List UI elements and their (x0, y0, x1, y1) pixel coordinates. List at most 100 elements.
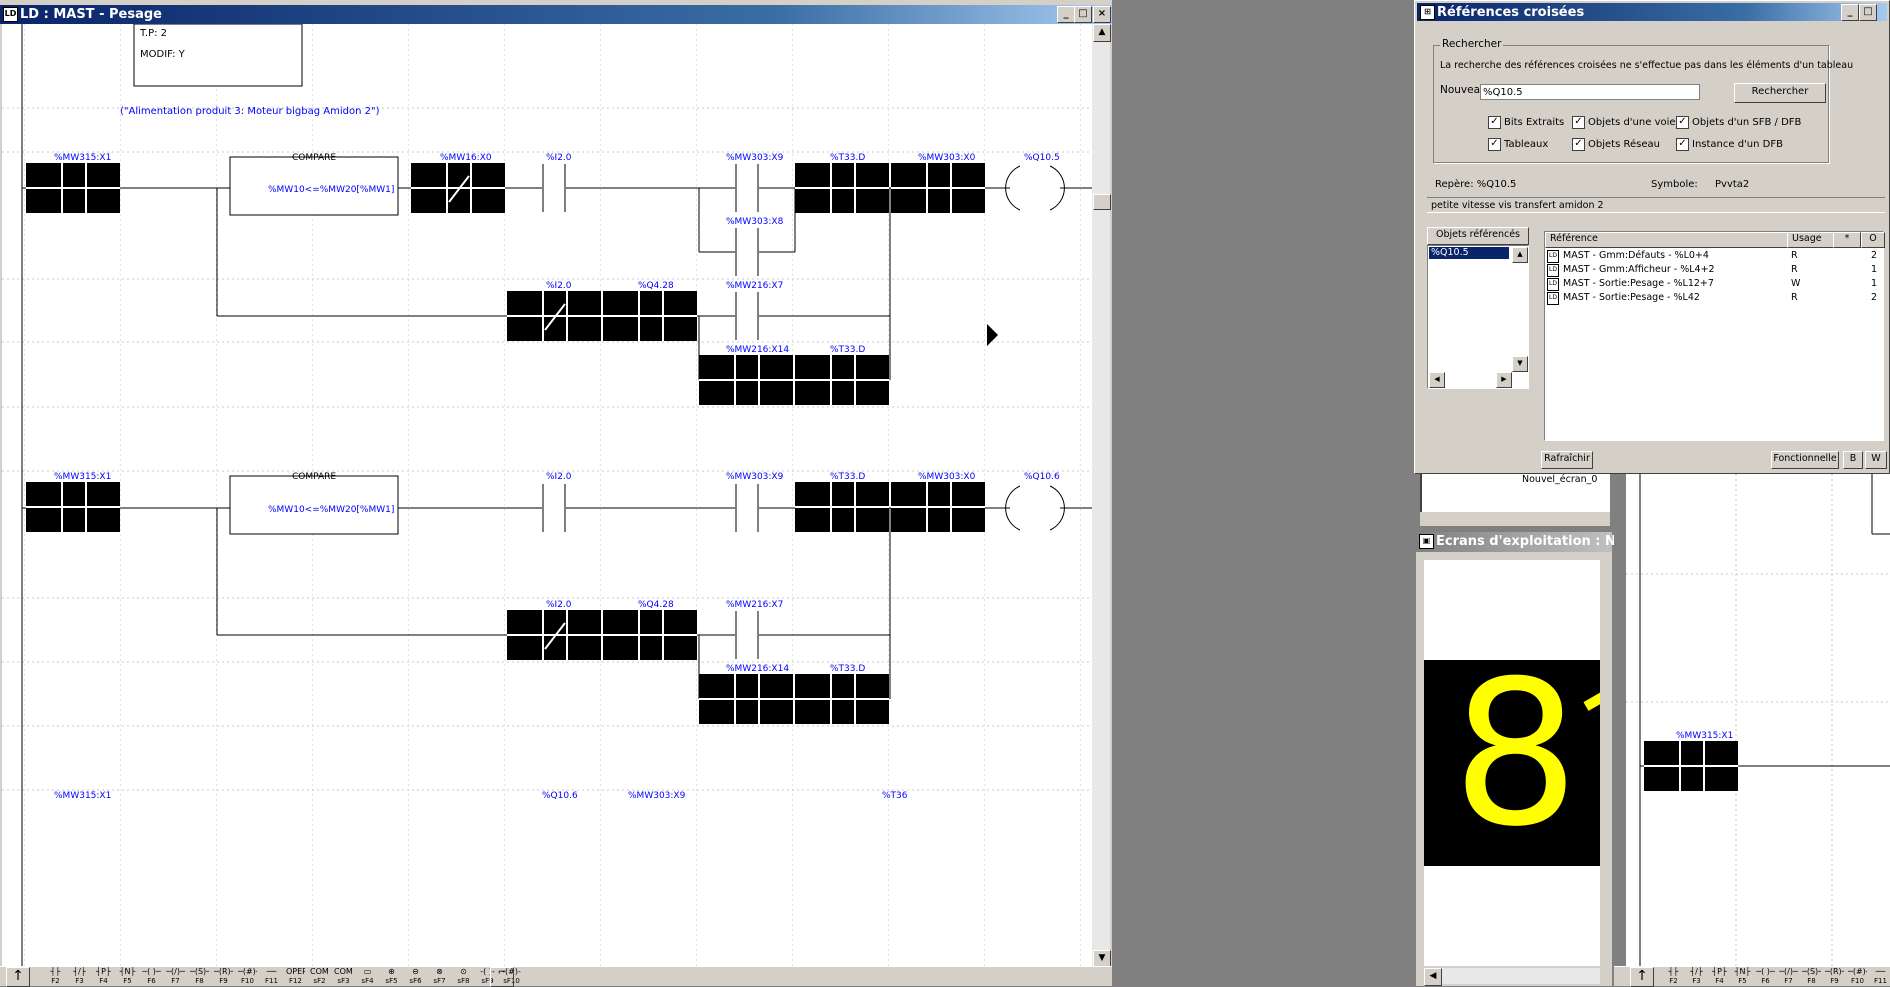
reference-row[interactable]: LD MAST - Sortie:Pesage - %L42 R 2 (1545, 291, 1883, 305)
xref-minimize-button[interactable]: _ (1841, 4, 1859, 21)
end-line-tool[interactable]: ⌐ (490, 967, 514, 987)
ld-tool-15[interactable]: ⊕ sF5 (382, 967, 401, 987)
contact-t33-d[interactable] (795, 163, 889, 213)
checkbox-tableaux[interactable]: ✓ (1488, 138, 1501, 151)
contact-q4-28[interactable] (603, 291, 697, 341)
search-input[interactable] (1480, 84, 1700, 100)
contact-mw315[interactable] (26, 163, 120, 213)
contact-i2-0[interactable] (542, 164, 566, 212)
ld-tool-3[interactable]: ┤P├ F4 (1710, 967, 1729, 987)
col-usage[interactable]: Usage (1787, 232, 1837, 248)
b-button[interactable]: B (1843, 451, 1863, 469)
contact-mw216-x14-r2[interactable] (699, 674, 793, 724)
ld-tool-6[interactable]: ─(/)─ F7 (166, 967, 185, 987)
object-item-selected[interactable]: %Q10.5 (1429, 247, 1509, 259)
right-contact[interactable] (1644, 741, 1738, 791)
ld-tool-14[interactable]: ▭ sF4 (358, 967, 377, 987)
contact-mw303-x9-r2[interactable] (735, 484, 759, 532)
ld-tool-11[interactable]: OPER F12 (286, 967, 305, 987)
ld-tool-4[interactable]: ┤N├ F5 (1733, 967, 1752, 987)
contact-t33-d-2[interactable] (795, 355, 889, 405)
ld-tool-1[interactable]: ┤├ F2 (46, 967, 65, 987)
checkbox-objets-reseau[interactable]: ✓ (1572, 138, 1585, 151)
ld-tool-5[interactable]: ─( )─ F6 (1756, 967, 1775, 987)
contact-mw303-x9[interactable] (735, 164, 759, 212)
contact-mw216-x7[interactable] (735, 292, 759, 340)
ld-tool-16[interactable]: ⊖ sF6 (406, 967, 425, 987)
contact-t33-d-2-r2[interactable] (795, 674, 889, 724)
ld-tool-1[interactable]: ┤├ F2 (1664, 967, 1683, 987)
ld-tool-9[interactable]: ─(#)─F10 (238, 967, 257, 987)
refresh-button[interactable]: Rafraîchir (1541, 451, 1593, 469)
checkbox-objets-voie[interactable]: ✓ (1572, 116, 1585, 129)
functional-button[interactable]: Fonctionnelle (1771, 451, 1839, 469)
ld-vertical-scrollbar[interactable]: ▲ ▼ (1092, 24, 1111, 968)
ld-tool-2[interactable]: ┤/├ F3 (70, 967, 89, 987)
ld-tool-5[interactable]: ─( )─ F6 (142, 967, 161, 987)
ld-tool-8[interactable]: ─(R)─F9 (1825, 967, 1844, 987)
contact-q4-28-r2[interactable] (603, 610, 697, 660)
objects-scroll-left-icon[interactable]: ◀ (1429, 372, 1445, 388)
ld-tool-10[interactable]: ── F11 (1871, 967, 1890, 987)
ld-tool-7[interactable]: ─(S)─ F8 (1802, 967, 1821, 987)
coil-q10-6[interactable] (1005, 484, 1065, 532)
contact-mw315-r2[interactable] (26, 482, 120, 532)
objects-scroll-up-icon[interactable]: ▲ (1512, 247, 1528, 263)
minimize-button[interactable]: _ (1057, 6, 1075, 23)
screens-scroll-left-icon[interactable]: ◀ (1424, 968, 1442, 986)
col-star[interactable]: * (1833, 232, 1861, 248)
reference-row[interactable]: LD MAST - Sortie:Pesage - %L12+7 W 1 (1545, 277, 1883, 291)
maximize-button[interactable]: □ (1074, 6, 1092, 23)
screens-title-bar[interactable]: ▣ Ecrans d'exploitation : Nouve (1416, 532, 1651, 552)
objects-scroll-down-icon[interactable]: ▼ (1512, 356, 1528, 372)
contact-mw16-closed[interactable] (411, 163, 505, 213)
ld-tool-13[interactable]: COMPsF3 (334, 967, 353, 987)
contact-mw216-x14[interactable] (699, 355, 793, 405)
ld-tool-17[interactable]: ⊗ sF7 (430, 967, 449, 987)
contact-mw303-x0[interactable] (891, 163, 985, 213)
reference-row[interactable]: LD MAST - Gmm:Défauts - %L0+4 R 2 (1545, 249, 1883, 263)
xref-title-bar[interactable]: ⊞ Références croisées _ □ (1417, 3, 1887, 21)
ladder-canvas[interactable]: T.P: 2 MODIF: Y ("Alimentation produit 3… (2, 24, 1092, 968)
objects-scroll-right-icon[interactable]: ▶ (1496, 372, 1512, 388)
ld-tool-7[interactable]: ─(S)─ F8 (190, 967, 209, 987)
checkbox-bits-extraits[interactable]: ✓ (1488, 116, 1501, 129)
tree-item[interactable]: Nouvel_écran_0 (1522, 474, 1597, 485)
reference-cell: MAST - Sortie:Pesage - %L12+7 (1563, 278, 1714, 289)
ld-tool-2[interactable]: ┤/├ F3 (1687, 967, 1706, 987)
contact-i2-0-closed-r2[interactable] (507, 610, 601, 660)
contact-mw303-x8[interactable] (735, 228, 759, 276)
close-button[interactable]: × (1093, 6, 1111, 23)
search-button[interactable]: Rechercher (1734, 83, 1826, 103)
scroll-thumb[interactable] (1093, 194, 1111, 210)
xref-maximize-button[interactable]: □ (1859, 4, 1877, 21)
checkbox-instance-dfb[interactable]: ✓ (1676, 138, 1689, 151)
checkbox-objets-sfb[interactable]: ✓ (1676, 116, 1689, 129)
screens-hscrollbar[interactable]: ◀ (1424, 968, 1600, 986)
ld-tool-6[interactable]: ─(/)─ F7 (1779, 967, 1798, 987)
contact-i2-0-closed[interactable] (507, 291, 601, 341)
reference-row[interactable]: LD MAST - Gmm:Afficheur - %L4+2 R 1 (1545, 263, 1883, 277)
ld-tool-8[interactable]: ─(R)─F9 (214, 967, 233, 987)
col-o[interactable]: O (1861, 232, 1885, 248)
w-button[interactable]: W (1865, 451, 1887, 469)
ld-tool-12[interactable]: COMPsF2 (310, 967, 329, 987)
contact-t33-d-r2[interactable] (795, 482, 889, 532)
objects-list[interactable]: %Q10.5 ▲ ▼ ◀ ▶ (1427, 245, 1529, 389)
screens-canvas[interactable]: 8 (1424, 560, 1600, 966)
contact-mw303-x0-r2[interactable] (891, 482, 985, 532)
ld-tool-18[interactable]: ⊙ sF8 (454, 967, 473, 987)
coil-q10-5[interactable] (1005, 164, 1065, 212)
ld-tool-4[interactable]: ┤N├ F5 (118, 967, 137, 987)
col-reference[interactable]: Référence (1545, 232, 1791, 248)
ld-tool-9[interactable]: ─(#)─F10 (1848, 967, 1867, 987)
ladder-symbol-icon: ─(R)─ (1825, 967, 1844, 976)
up-arrow-tool[interactable]: ↑ (6, 967, 30, 987)
contact-mw216-x7-r2[interactable] (735, 611, 759, 659)
right-up-arrow-tool[interactable]: ↑ (1630, 967, 1654, 987)
scroll-up-icon[interactable]: ▲ (1093, 24, 1111, 42)
contact-i2-0-r2[interactable] (542, 484, 566, 532)
ld-title-bar[interactable]: LD LD : MAST - Pesage _ □ × (0, 5, 1112, 24)
ld-tool-3[interactable]: ┤P├ F4 (94, 967, 113, 987)
ld-tool-10[interactable]: ── F11 (262, 967, 281, 987)
